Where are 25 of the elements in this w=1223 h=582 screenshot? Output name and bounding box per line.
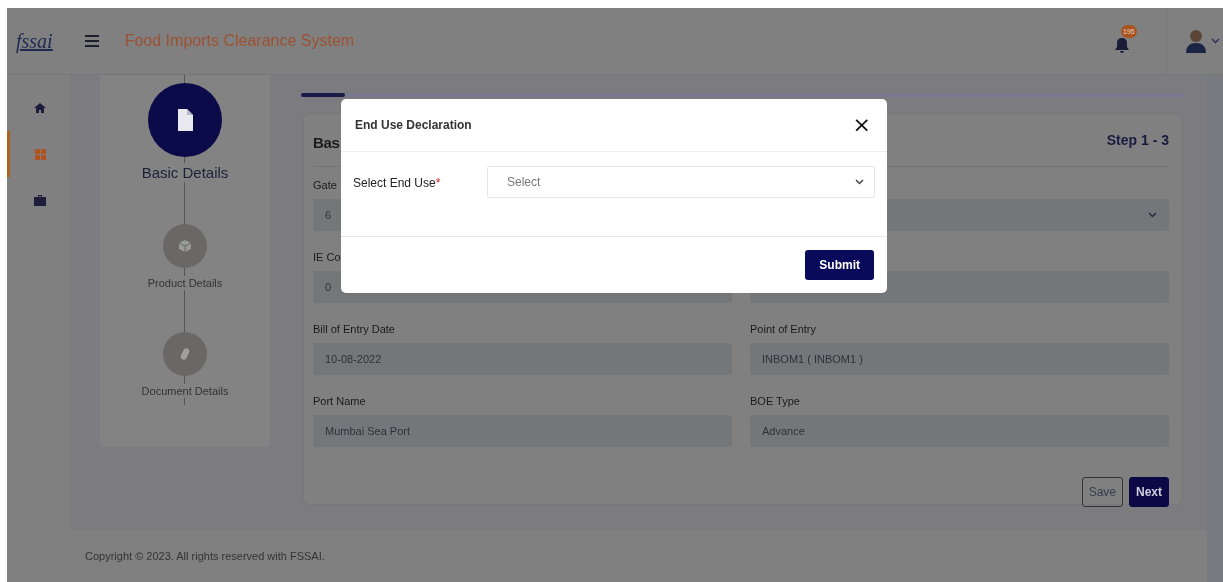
- close-button[interactable]: ×: [850, 114, 873, 136]
- submit-button[interactable]: Submit: [805, 250, 874, 280]
- field-label: Point of Entry: [750, 323, 817, 337]
- input-field[interactable]: INBOM1 ( INBOM1 ): [750, 343, 1169, 375]
- input-field[interactable]: Mumbai Sea Port: [313, 415, 732, 447]
- next-button[interactable]: Next: [1129, 477, 1169, 507]
- field-label: Gate: [313, 179, 337, 193]
- field-label: Port Name: [313, 395, 366, 409]
- input-field[interactable]: Advance: [750, 415, 1169, 447]
- step-label: Document Details: [141, 384, 229, 398]
- field-label: BOE Type: [750, 395, 800, 409]
- form-title: Bas: [313, 132, 340, 151]
- logo: fssai: [16, 29, 53, 53]
- step-indicator: Step 1 - 3: [1106, 132, 1169, 148]
- input-field[interactable]: 10-08-2022: [313, 343, 732, 375]
- step-label: Product Details: [147, 276, 223, 290]
- copyright-text: Copyright © 2023. All rights reserved with FSSAI.: [85, 550, 325, 562]
- app-title: Food Imports Clearance System: [124, 32, 355, 50]
- field-label: Select End Use*: [353, 175, 442, 190]
- field-label: IE Co: [313, 251, 341, 265]
- select-field[interactable]: Select: [487, 166, 875, 198]
- save-button[interactable]: Save: [1081, 477, 1123, 507]
- modal-title: End Use Declaration: [355, 118, 472, 132]
- step-label: Basic Details: [141, 163, 229, 182]
- field-label: Bill of Entry Date: [313, 323, 395, 337]
